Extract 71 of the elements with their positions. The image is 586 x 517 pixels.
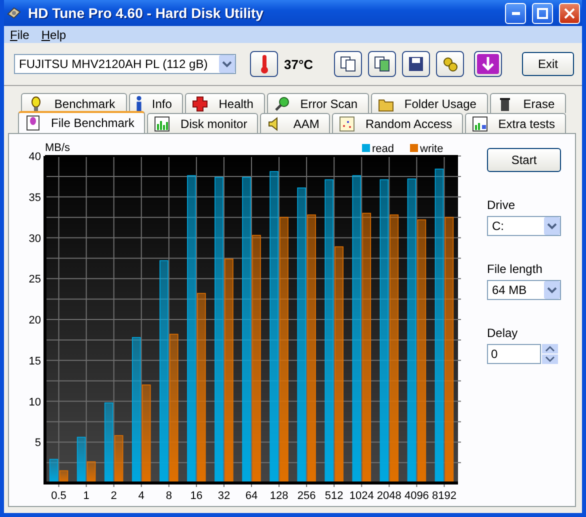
x-axis-label: 4096 xyxy=(404,490,429,502)
exit-button[interactable]: Exit xyxy=(522,52,574,76)
field-label: File length xyxy=(487,262,544,276)
minimize-icon xyxy=(512,12,520,14)
x-axis-label: 8 xyxy=(166,490,172,502)
x-axis-label: 4 xyxy=(138,490,144,502)
field-label: Delay xyxy=(487,326,519,340)
scatter-plot-icon xyxy=(339,116,356,132)
x-axis-label: 256 xyxy=(297,490,316,502)
x-axis-label: 512 xyxy=(324,490,344,502)
legend-label: write xyxy=(420,143,444,155)
tab[interactable]: Benchmark xyxy=(21,93,127,113)
window-title: HD Tune Pro 4.60 - Hard Disk Utility xyxy=(28,5,264,21)
axis-unit-label: MB/s xyxy=(45,142,70,154)
spinner-arrows-icon[interactable] xyxy=(542,344,558,364)
magnifier-icon xyxy=(274,96,290,112)
y-axis-label: 15 xyxy=(28,355,41,368)
copy-image-button[interactable] xyxy=(368,51,396,77)
x-axis-label: 128 xyxy=(270,490,288,502)
maximize-icon xyxy=(537,8,548,18)
close-button[interactable] xyxy=(559,2,580,24)
x-axis-label: 8192 xyxy=(432,490,456,502)
y-axis-label: 25 xyxy=(28,274,41,286)
tab[interactable]: File Benchmark xyxy=(18,111,146,133)
temperature-reading: 37°C xyxy=(284,56,314,72)
menu-item[interactable]: File xyxy=(4,28,36,42)
x-axis-label: 2 xyxy=(110,490,117,502)
x-axis-label: 2048 xyxy=(376,490,402,502)
download-button[interactable] xyxy=(474,51,502,77)
number-field[interactable]: 0 xyxy=(487,344,541,364)
x-axis-label: 16 xyxy=(190,490,203,502)
field-label: Drive xyxy=(487,198,516,212)
tab[interactable]: Disk monitor xyxy=(147,113,258,133)
dropdown[interactable]: 64 MB xyxy=(487,280,561,300)
tab[interactable]: Health xyxy=(185,93,265,113)
x-axis-label: 0.5 xyxy=(51,490,66,502)
y-axis-label: 10 xyxy=(28,396,41,408)
info-icon xyxy=(136,96,142,112)
tab[interactable]: Extra tests xyxy=(465,113,566,133)
close-icon xyxy=(564,8,575,18)
documents-icon xyxy=(340,56,356,72)
documents-icon xyxy=(374,56,390,72)
tab[interactable]: Folder Usage xyxy=(371,93,488,113)
save-button[interactable] xyxy=(402,51,430,77)
drive-dropdown[interactable]: FUJITSU MHV2120AH PL (112 gB) xyxy=(14,54,236,74)
tab[interactable]: Error Scan xyxy=(266,93,370,113)
y-axis-label: 40 xyxy=(28,151,41,163)
legend-label: read xyxy=(372,143,394,155)
copy-button[interactable] xyxy=(334,51,362,77)
y-axis-label: 35 xyxy=(28,192,41,204)
y-axis-label: 5 xyxy=(34,437,41,450)
thermometer-icon xyxy=(260,54,268,74)
dropdown[interactable]: C: xyxy=(487,216,561,236)
gears-button[interactable] xyxy=(436,51,464,77)
thermometer-button[interactable] xyxy=(250,51,278,77)
tab[interactable]: Erase xyxy=(490,93,566,113)
minimize-button[interactable] xyxy=(505,2,526,24)
y-axis-label: 20 xyxy=(28,314,41,326)
menu-item[interactable]: Help xyxy=(35,28,72,42)
tab[interactable]: Info xyxy=(128,93,184,113)
x-axis-label: 1 xyxy=(83,490,90,502)
x-axis-label: 32 xyxy=(218,490,230,502)
x-axis-label: 64 xyxy=(245,490,258,502)
maximize-button[interactable] xyxy=(532,2,553,24)
x-axis-label: 1024 xyxy=(349,490,374,502)
plus-icon xyxy=(192,96,208,112)
document-icon xyxy=(25,115,41,131)
tab[interactable]: Random Access xyxy=(332,113,464,133)
start-button[interactable]: Start xyxy=(487,148,561,172)
tab[interactable]: AAM xyxy=(260,113,330,133)
y-axis-label: 30 xyxy=(28,232,41,245)
